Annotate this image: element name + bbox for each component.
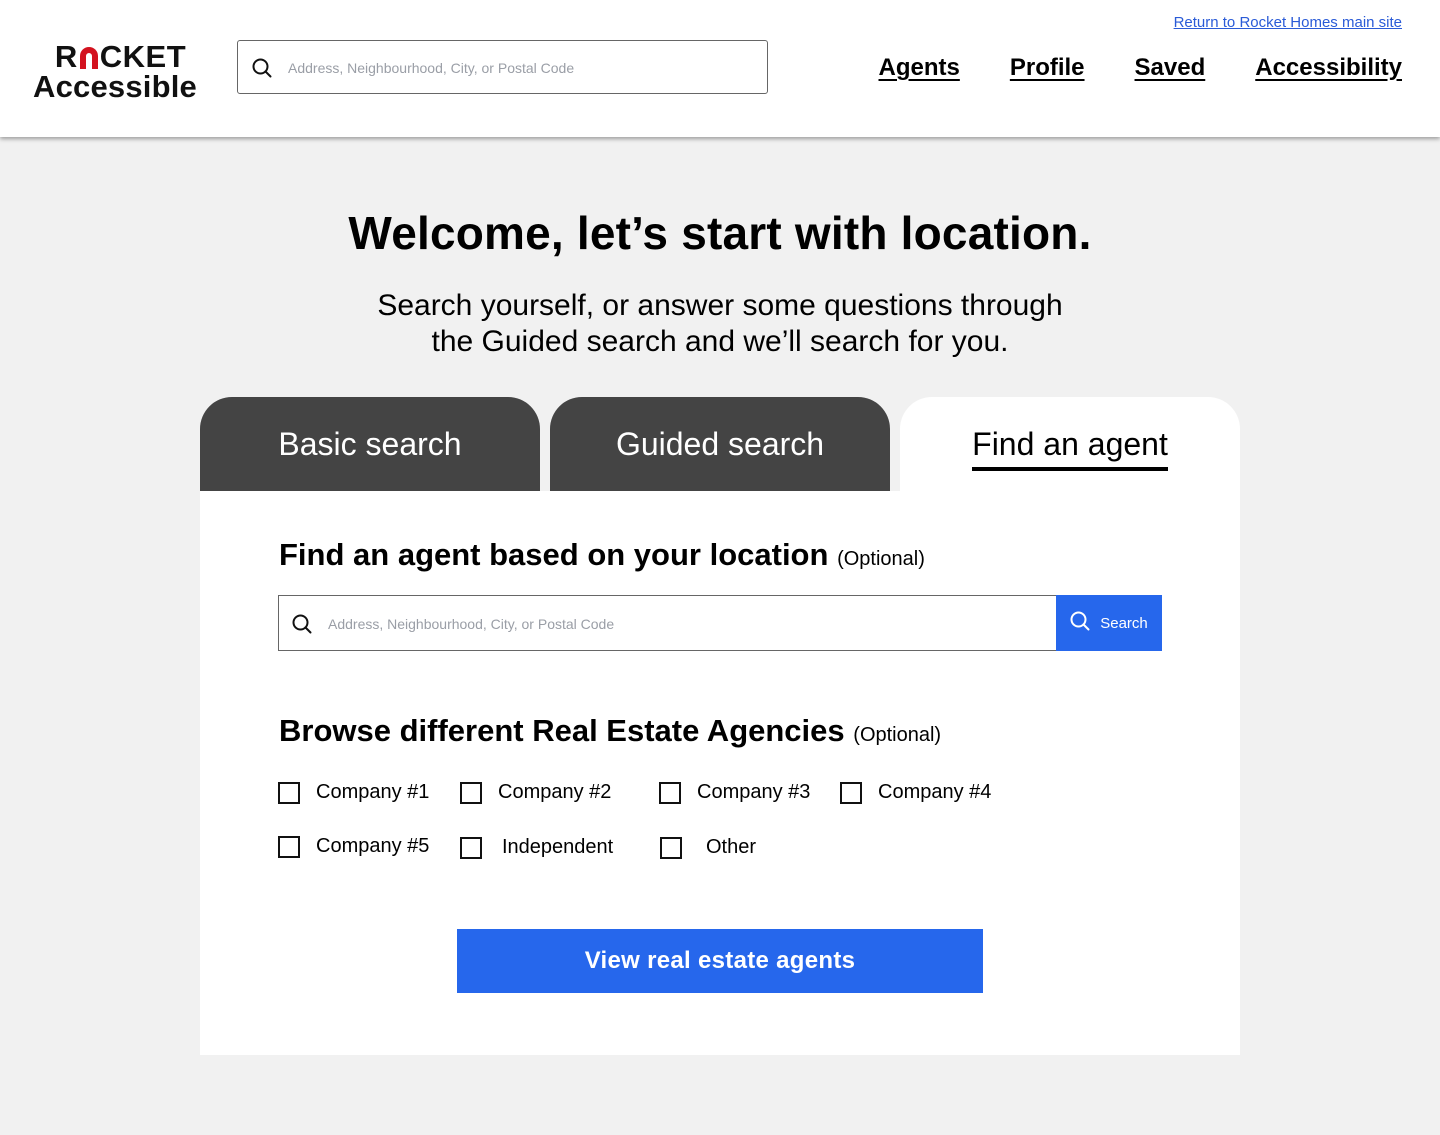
agent-search-button[interactable]: Search bbox=[1056, 595, 1162, 651]
agency-checkbox-company-3[interactable]: Company #3 bbox=[659, 781, 810, 804]
header-search-input[interactable] bbox=[286, 41, 760, 95]
logo-wordmark-bottom: Accessible bbox=[33, 69, 197, 104]
view-agents-button[interactable]: View real estate agents bbox=[457, 929, 983, 993]
subtitle-line-1: Search yourself, or answer some question… bbox=[377, 289, 1063, 322]
header-search-box bbox=[237, 40, 768, 95]
search-icon bbox=[252, 58, 272, 83]
search-button-label: Search bbox=[1100, 614, 1148, 632]
page-title: Welcome, let’s start with location. bbox=[348, 207, 1092, 259]
checkbox[interactable] bbox=[278, 781, 300, 804]
checkbox[interactable] bbox=[460, 836, 482, 859]
checkbox[interactable] bbox=[659, 781, 681, 804]
search-icon bbox=[292, 614, 312, 639]
return-main-site-link[interactable]: Return to Rocket Homes main site bbox=[1174, 14, 1402, 31]
nav-agents[interactable]: Agents bbox=[879, 54, 960, 82]
main-nav: Agents Profile Saved Accessibility bbox=[879, 54, 1403, 82]
page-subtitle: Search yourself, or answer some question… bbox=[340, 288, 1100, 360]
agent-location-input[interactable] bbox=[326, 596, 1050, 652]
tab-find-an-agent-label: Find an agent bbox=[972, 425, 1168, 471]
agency-checkbox-company-1[interactable]: Company #1 bbox=[278, 781, 429, 804]
search-icon bbox=[1070, 611, 1090, 635]
agent-location-search: Search bbox=[278, 595, 1162, 652]
checkbox[interactable] bbox=[278, 835, 300, 858]
nav-accessibility[interactable]: Accessibility bbox=[1255, 54, 1402, 82]
find-agent-panel: Find an agent based on your location (Op… bbox=[200, 491, 1240, 1055]
logo-wordmark-top: R CKET bbox=[54, 39, 187, 74]
agency-checkbox-company-4[interactable]: Company #4 bbox=[840, 781, 991, 804]
tab-find-an-agent[interactable]: Find an agent bbox=[900, 397, 1240, 492]
nav-profile[interactable]: Profile bbox=[1010, 54, 1085, 82]
agency-checkbox-company-2[interactable]: Company #2 bbox=[460, 781, 611, 804]
checkbox[interactable] bbox=[460, 781, 482, 804]
checkbox[interactable] bbox=[840, 781, 862, 804]
agency-checkbox-company-5[interactable]: Company #5 bbox=[278, 835, 429, 858]
tab-basic-search[interactable]: Basic search bbox=[200, 397, 540, 492]
agencies-section-title: Browse different Real Estate Agencies (O… bbox=[279, 713, 942, 748]
subtitle-line-2: the Guided search and we’ll search for y… bbox=[431, 325, 1009, 358]
optional-label: (Optional) bbox=[853, 724, 942, 746]
tab-guided-search[interactable]: Guided search bbox=[550, 397, 890, 492]
logo-o-arc-icon bbox=[79, 47, 98, 69]
agency-checkbox-other[interactable]: Other bbox=[660, 836, 756, 859]
location-section-title: Find an agent based on your location (Op… bbox=[279, 537, 925, 572]
nav-saved[interactable]: Saved bbox=[1135, 54, 1206, 82]
rocket-accessible-logo[interactable]: R CKET Accessible bbox=[33, 39, 208, 104]
agency-checkbox-independent[interactable]: Independent bbox=[460, 836, 613, 859]
site-header: RCKET Accessible Return to Rocket Homes … bbox=[0, 0, 1440, 137]
checkbox[interactable] bbox=[660, 836, 682, 859]
optional-label: (Optional) bbox=[837, 548, 925, 570]
